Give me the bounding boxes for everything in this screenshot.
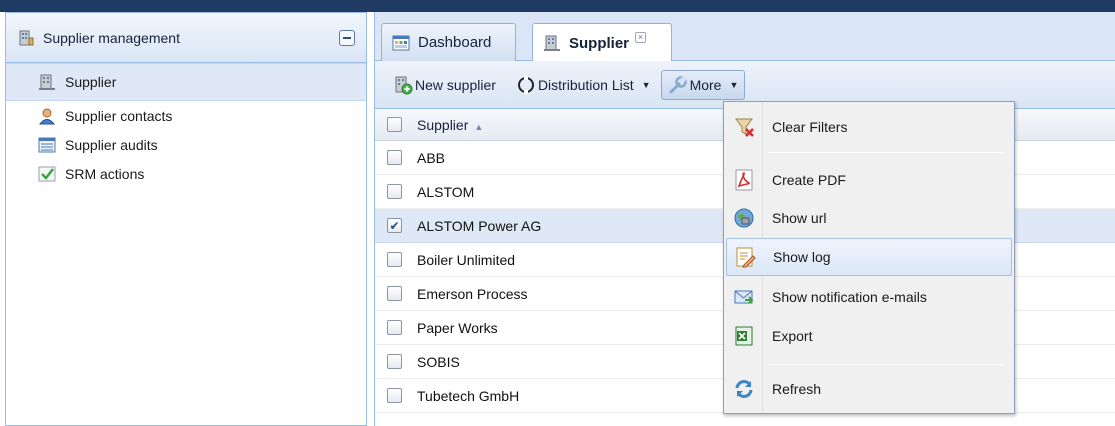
chevron-down-icon: ▼ [641,79,651,90]
checkmark-icon [37,164,57,184]
tab-supplier[interactable]: Supplier × [532,23,672,62]
menu-item-label: Create PDF [772,172,846,188]
globe-icon [733,207,755,229]
row-checkbox[interactable] [387,388,402,403]
supplier-name-cell: Tubetech GmbH [417,387,520,404]
tab-dashboard[interactable]: Dashboard [381,23,516,61]
navigation-panel: Supplier management Supplier Supplier co… [5,12,367,426]
menu-item-create-pdf[interactable]: Create PDF [726,161,1012,199]
supplier-name-cell: SOBIS [417,353,460,370]
nav-item-label: Supplier contacts [65,107,173,124]
tab-label: Supplier [569,34,630,52]
new-building-icon [393,75,413,95]
log-icon [734,246,756,268]
menu-item-label: Show url [772,210,827,226]
row-checkbox[interactable] [387,320,402,335]
tab-bar: Dashboard Supplier × [375,12,1115,62]
navigation-panel-title: Supplier management [43,29,180,46]
person-icon [37,106,57,126]
nav-item-supplier[interactable]: Supplier [6,63,366,101]
building-icon [543,34,561,52]
distribution-icon [516,75,536,95]
list-icon [37,135,57,155]
minus-icon [343,37,351,39]
column-header-label: Supplier [417,116,469,133]
refresh-icon [733,378,755,400]
supplier-name-cell: ALSTOM Power AG [417,217,542,234]
nav-item-label: Supplier audits [65,136,158,153]
collapse-panel-button[interactable] [339,30,355,46]
menu-item-export[interactable]: Export [726,317,1012,355]
menu-item-show-notification-emails[interactable]: Show notification e-mails [726,278,1012,316]
nav-item-label: Supplier [65,74,117,90]
supplier-name-cell: ALSTOM [417,183,475,200]
supplier-name-cell: Paper Works [417,319,498,336]
clear-filter-icon [733,116,755,138]
distribution-list-label: Distribution List [537,76,634,93]
dashboard-icon [392,34,410,52]
menu-item-refresh[interactable]: Refresh [726,370,1012,408]
menu-item-label: Clear Filters [772,119,848,135]
row-checkbox[interactable]: ✔ [387,218,402,233]
menu-item-label: Show log [773,249,831,265]
email-icon [733,286,755,308]
nav-item-label: SRM actions [65,165,145,182]
nav-item-supplier-audits[interactable]: Supplier audits [6,130,366,159]
menu-separator [768,364,1004,365]
building-icon [17,29,35,47]
top-header-bar [0,0,1115,12]
nav-item-srm-actions[interactable]: SRM actions [6,159,366,188]
navigation-list: Supplier Supplier contacts Supplier audi… [6,63,366,188]
sort-ascending-icon: ▲ [474,121,484,132]
menu-item-label: Export [772,328,813,344]
column-header-supplier[interactable]: Supplier ▲ [417,117,483,133]
navigation-panel-header: Supplier management [6,13,366,63]
menu-separator [768,152,1004,153]
wrench-icon [668,75,688,95]
new-supplier-label: New supplier [415,76,496,93]
row-checkbox[interactable] [387,252,402,267]
row-checkbox[interactable] [387,354,402,369]
menu-item-clear-filters[interactable]: Clear Filters [726,108,1012,146]
supplier-name-cell: Boiler Unlimited [417,251,516,268]
menu-item-show-log[interactable]: Show log [726,238,1012,276]
distribution-list-button[interactable]: Distribution List ▼ [512,70,655,100]
new-supplier-button[interactable]: New supplier [389,70,500,100]
menu-item-label: Show notification e-mails [772,289,927,305]
close-tab-icon[interactable]: × [635,31,647,43]
row-checkbox[interactable] [387,184,402,199]
building-icon [37,72,57,92]
select-all-checkbox[interactable] [387,117,402,132]
tab-label: Dashboard [418,34,492,51]
excel-icon [733,325,755,347]
more-dropdown-menu: Clear Filters Create PDF Show url Show l… [723,101,1015,414]
nav-item-supplier-contacts[interactable]: Supplier contacts [6,101,366,130]
pdf-icon [733,169,755,191]
row-checkbox[interactable] [387,150,402,165]
menu-item-show-url[interactable]: Show url [726,199,1012,237]
more-button[interactable]: More ▼ [660,69,746,100]
more-label: More [689,76,722,93]
menu-item-label: Refresh [772,381,822,397]
chevron-down-icon: ▼ [729,79,739,90]
supplier-name-cell: Emerson Process [417,285,528,302]
row-checkbox[interactable] [387,286,402,301]
supplier-name-cell: ABB [417,149,446,166]
